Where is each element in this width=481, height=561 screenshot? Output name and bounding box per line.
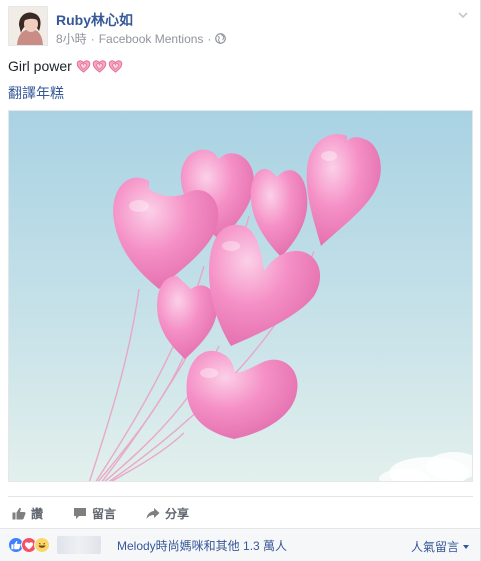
reactions-bar: Melody時尚媽咪和其他 1.3 萬人 人氣留言 (0, 528, 480, 561)
share-label: 分享 (165, 507, 190, 521)
reaction-icons[interactable] (8, 537, 50, 553)
comment-icon (74, 508, 87, 519)
comment-label: 留言 (92, 507, 117, 521)
author-avatar[interactable] (8, 6, 48, 46)
meta-separator-2: · (207, 31, 212, 46)
chevron-down-icon[interactable] (456, 8, 470, 22)
meta-separator: · (90, 31, 95, 46)
post-meta: 8小時 · Facebook Mentions · (56, 30, 227, 47)
post-card: Ruby林心如 8小時 · Facebook Mentions · Girl p… (0, 0, 481, 561)
like-label: 讚 (31, 507, 44, 521)
blurred-avatar (57, 536, 101, 554)
post-actions: 讚 留言 分享 (8, 496, 473, 526)
comment-button[interactable]: 留言 (73, 505, 116, 522)
growing-heart-icon (108, 60, 123, 73)
thumbs-up-icon (12, 507, 26, 520)
translate-link[interactable]: 翻譯年糕 (8, 83, 64, 103)
like-button[interactable]: 讚 (12, 505, 43, 522)
post-source[interactable]: Facebook Mentions (99, 32, 204, 46)
post-time[interactable]: 8小時 (56, 30, 87, 47)
share-icon (146, 508, 160, 519)
share-button[interactable]: 分享 (146, 505, 189, 522)
reactions-summary[interactable]: Melody時尚媽咪和其他 1.3 萬人 (117, 537, 287, 554)
author-name[interactable]: Ruby林心如 (56, 10, 133, 30)
growing-heart-icon (92, 60, 107, 73)
post-message-text: Girl power (8, 58, 72, 74)
growing-heart-icon (76, 60, 91, 73)
post-photo[interactable] (8, 110, 473, 482)
post-header: Ruby林心如 8小時 · Facebook Mentions · (8, 6, 472, 50)
post-message: Girl power (8, 58, 123, 74)
top-comments-dropdown[interactable]: 人氣留言 (411, 538, 470, 555)
haha-reaction-icon (34, 537, 50, 553)
caret-down-icon (463, 544, 469, 549)
growing-heart-emoji-group (76, 59, 123, 73)
globe-icon (215, 33, 227, 44)
top-comments-label: 人氣留言 (410, 540, 459, 554)
